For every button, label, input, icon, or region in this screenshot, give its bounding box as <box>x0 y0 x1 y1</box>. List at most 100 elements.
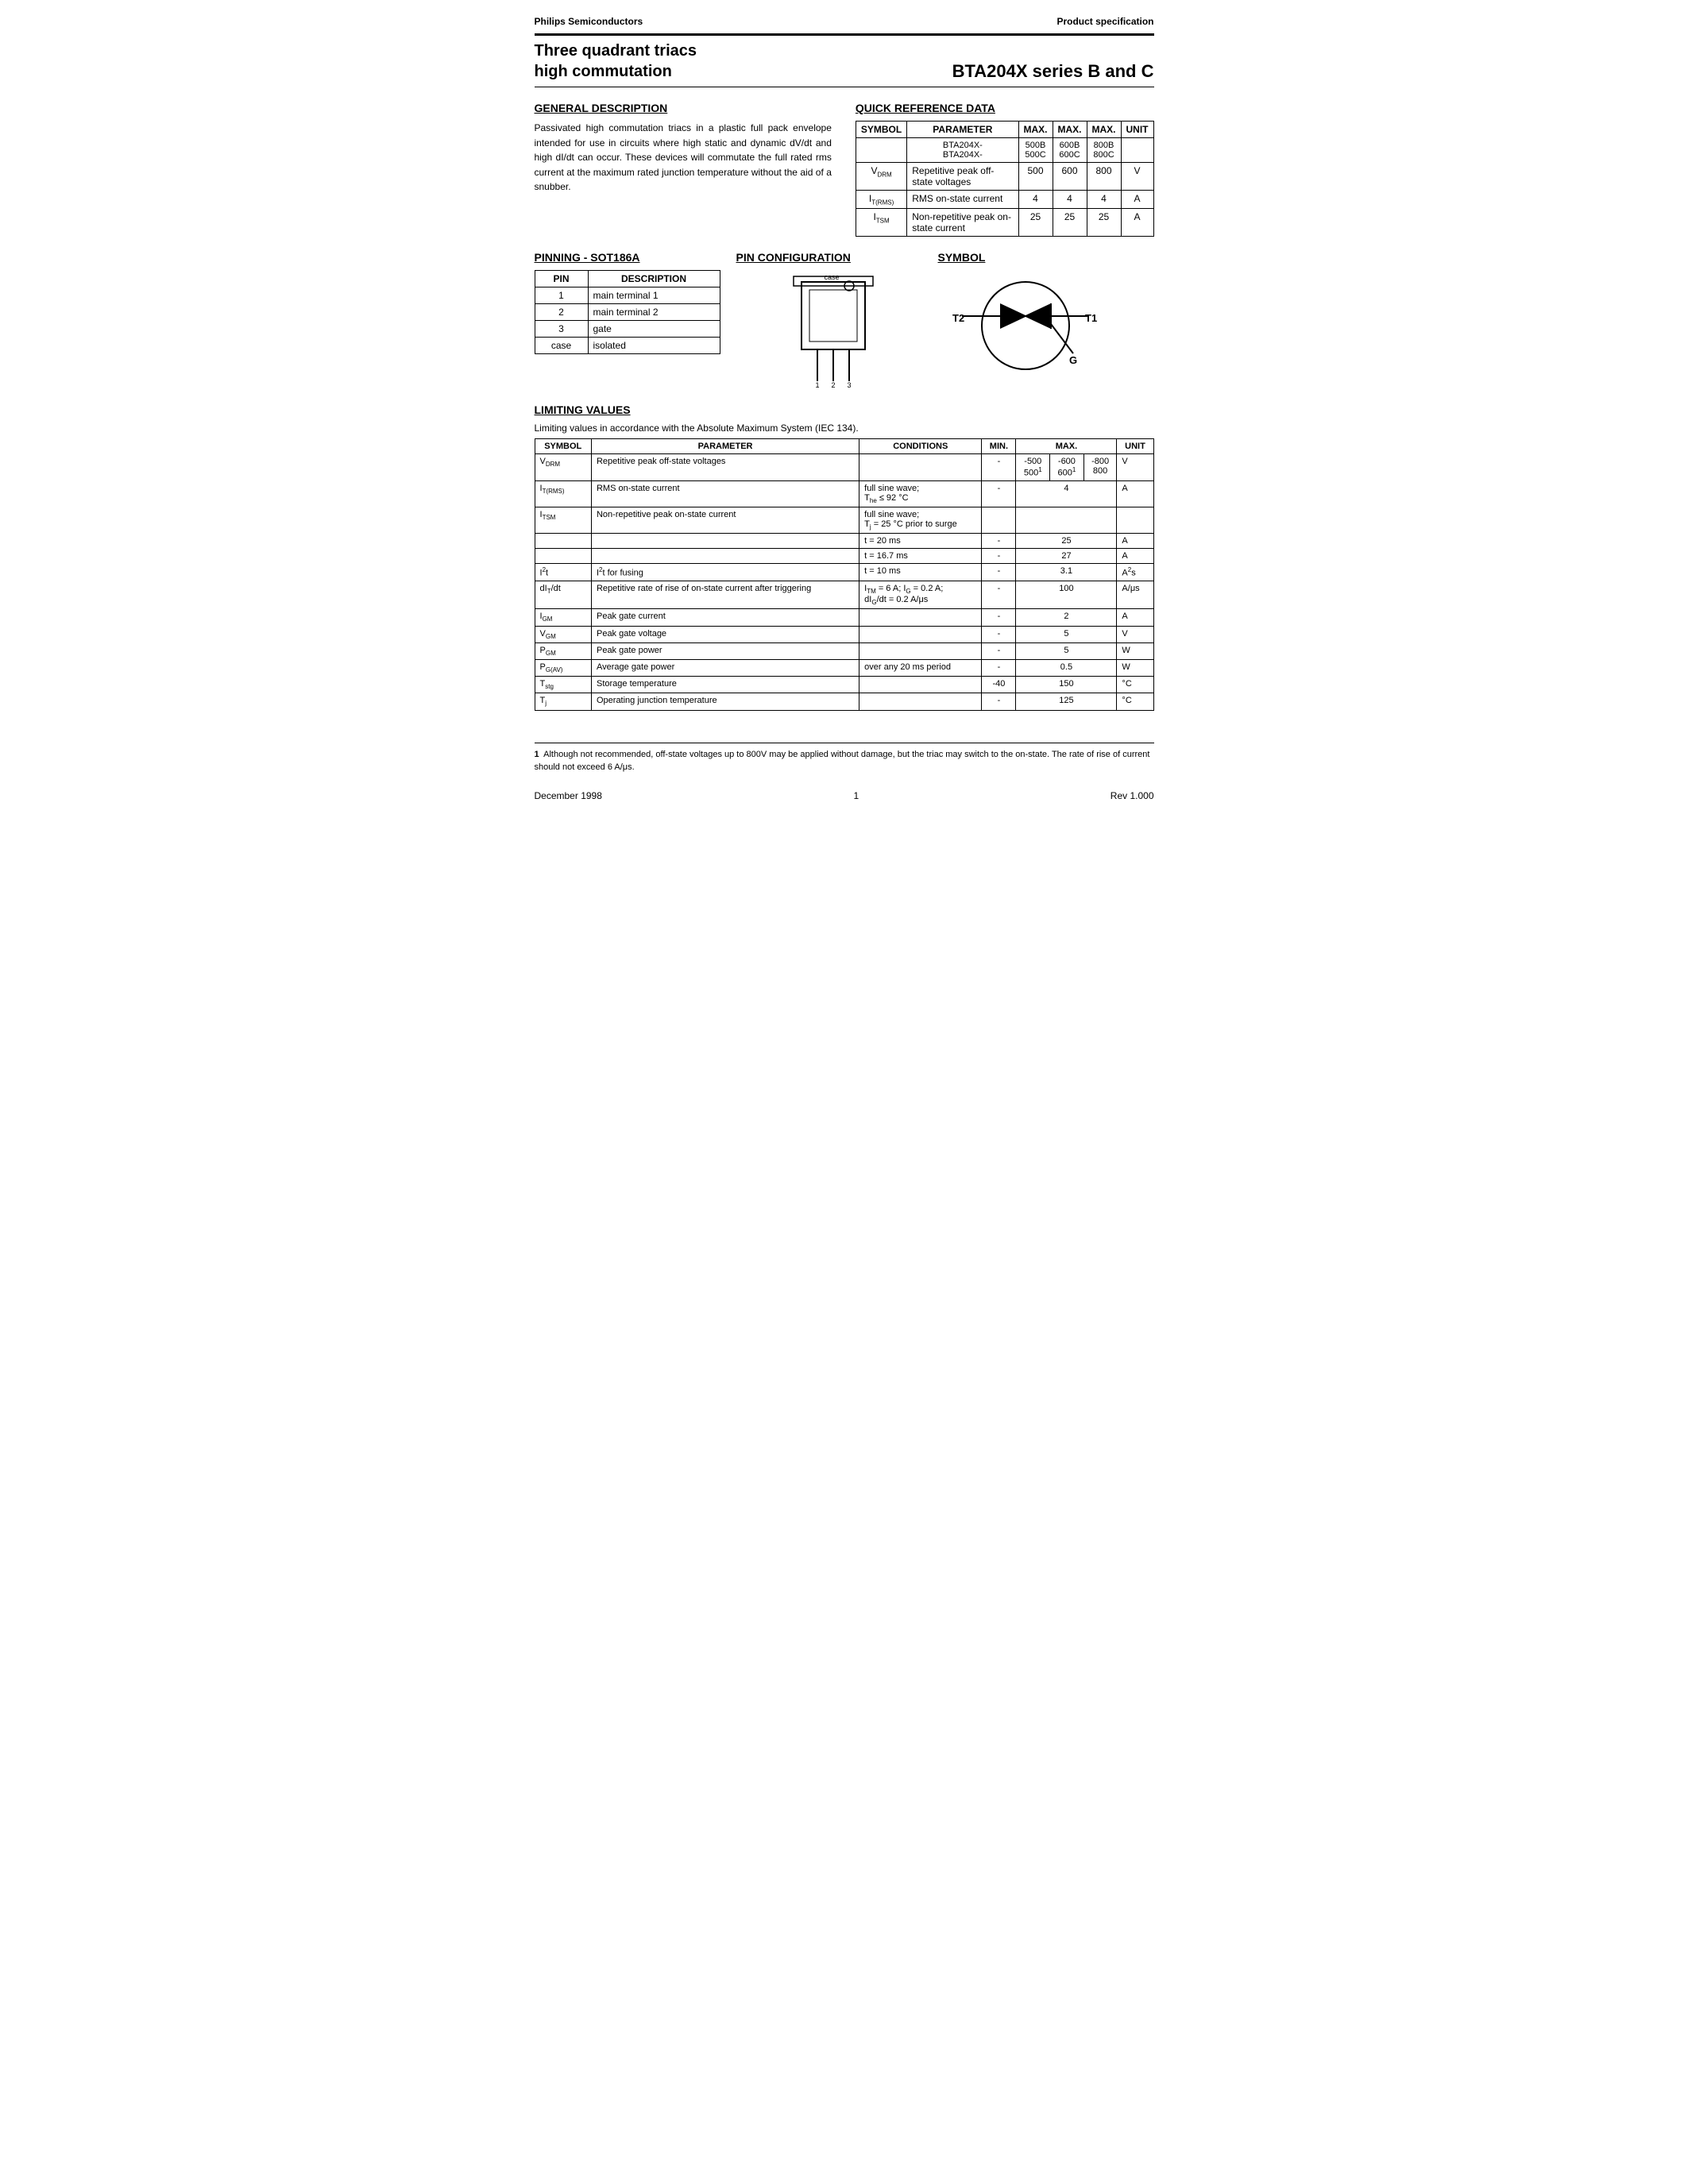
lv-min-didt: - <box>982 581 1016 609</box>
svg-text:T2: T2 <box>952 312 964 324</box>
qr-max2-itrms: 4 <box>1053 191 1087 209</box>
general-desc-heading: GENERAL DESCRIPTION <box>535 102 832 114</box>
footer-note-text: Although not recommended, off-state volt… <box>535 750 1150 773</box>
footer-date: December 1998 <box>535 790 602 801</box>
lv-unit-pgm: W <box>1117 642 1153 659</box>
pin-num-3: 3 <box>535 321 588 338</box>
lv-col-parameter: PARAMETER <box>591 439 859 454</box>
lv-row-igm: IGM Peak gate current - 2 A <box>535 609 1153 626</box>
qr-subh-blank2 <box>1121 138 1153 163</box>
qr-subh-800: 800B800C <box>1087 138 1121 163</box>
lv-row-didt: dIT/dt Repetitive rate of rise of on-sta… <box>535 581 1153 609</box>
qr-param-vdrm: Repetitive peak off-state voltages <box>907 163 1018 191</box>
pinning-section-row: PINNING - SOT186A PIN DESCRIPTION 1 main… <box>535 251 1154 389</box>
lv-min-itsm <box>982 507 1016 534</box>
footer-note: 1 Although not recommended, off-state vo… <box>535 748 1154 774</box>
symbol-heading: SYMBOL <box>938 251 1154 264</box>
lv-sym-pgav: PG(AV) <box>535 660 591 677</box>
lv-cond-itsm: full sine wave;Tj = 25 °C prior to surge <box>859 507 982 534</box>
lv-min-i2t: - <box>982 564 1016 581</box>
qr-unit-itsm: A <box>1121 209 1153 237</box>
lv-unit-vgm: V <box>1117 626 1153 642</box>
lv-unit-igm: A <box>1117 609 1153 626</box>
lv-unit-tstg: °C <box>1117 677 1153 693</box>
qr-subh-part: BTA204X-BTA204X- <box>907 138 1018 163</box>
quick-ref-heading: QUICK REFERENCE DATA <box>856 102 1154 114</box>
qr-sym-itsm: ITSM <box>856 209 906 237</box>
svg-text:G: G <box>1069 354 1077 366</box>
lv-param-igm: Peak gate current <box>591 609 859 626</box>
qr-param-itsm: Non-repetitive peak on-state current <box>907 209 1018 237</box>
pin-table: PIN DESCRIPTION 1 main terminal 1 2 main… <box>535 270 720 354</box>
lv-col-symbol: SYMBOL <box>535 439 591 454</box>
lv-unit-pgav: W <box>1117 660 1153 677</box>
lv-min-pgm: - <box>982 642 1016 659</box>
qr-subh-500: 500B500C <box>1018 138 1053 163</box>
title-block: Three quadrant triacs high commutation B… <box>535 33 1154 87</box>
lv-max-didt: 100 <box>1016 581 1117 609</box>
lv-min-igm: - <box>982 609 1016 626</box>
lv-row-tstg: Tstg Storage temperature -40 150 °C <box>535 677 1153 693</box>
lv-max-vdrm-800: -800800 <box>1083 454 1117 481</box>
lv-unit-didt: A/μs <box>1117 581 1153 609</box>
title-left: Three quadrant triacs high commutation <box>535 41 697 82</box>
lv-cond-vgm <box>859 626 982 642</box>
lv-sym-vdrm: VDRM <box>535 454 591 481</box>
lv-max-tj: 125 <box>1016 693 1117 710</box>
pin-config-drawing: case 1 2 3 <box>736 270 922 389</box>
lv-row-t167: t = 16.7 ms - 27 A <box>535 549 1153 564</box>
lv-row-itrms: IT(RMS) RMS on-state current full sine w… <box>535 481 1153 507</box>
qr-sym-itrms: IT(RMS) <box>856 191 906 209</box>
lv-param-tj: Operating junction temperature <box>591 693 859 710</box>
lv-sym-pgm: PGM <box>535 642 591 659</box>
lv-max-t20: 25 <box>1016 534 1117 549</box>
footer-bar: December 1998 1 Rev 1.000 <box>535 790 1154 801</box>
pinning-section: PINNING - SOT186A PIN DESCRIPTION 1 main… <box>535 251 720 354</box>
lv-max-igm: 2 <box>1016 609 1117 626</box>
general-description-section: GENERAL DESCRIPTION Passivated high comm… <box>535 102 832 237</box>
lv-row-itsm: ITSM Non-repetitive peak on-state curren… <box>535 507 1153 534</box>
qr-max3-itrms: 4 <box>1087 191 1121 209</box>
lv-param-pgm: Peak gate power <box>591 642 859 659</box>
general-desc-text: Passivated high commutation triacs in a … <box>535 121 832 195</box>
qr-col-unit: UNIT <box>1121 122 1153 138</box>
qr-subh-blank1 <box>856 138 906 163</box>
lv-max-vdrm-500: -5005001 <box>1016 454 1050 481</box>
lv-max-i2t: 3.1 <box>1016 564 1117 581</box>
lv-unit-i2t: A2s <box>1117 564 1153 581</box>
lv-min-pgav: - <box>982 660 1016 677</box>
pin-config-svg: case 1 2 3 <box>778 270 881 389</box>
lv-col-conditions: CONDITIONS <box>859 439 982 454</box>
pin-config-section: PIN CONFIGURATION case 1 2 3 <box>736 251 922 389</box>
qr-sym-vdrm: VDRM <box>856 163 906 191</box>
svg-text:3: 3 <box>847 381 851 389</box>
lv-param-vdrm: Repetitive peak off-state voltages <box>591 454 859 481</box>
pin-num-1: 1 <box>535 287 588 304</box>
qr-max2-itsm: 25 <box>1053 209 1087 237</box>
qr-col-max1: MAX. <box>1018 122 1053 138</box>
lv-sym-itsm: ITSM <box>535 507 591 534</box>
lv-unit-itsm <box>1117 507 1153 534</box>
lv-max-vdrm-600: -6006001 <box>1050 454 1084 481</box>
lv-param-vgm: Peak gate voltage <box>591 626 859 642</box>
lv-max-tstg: 150 <box>1016 677 1117 693</box>
lv-col-max: MAX. <box>1016 439 1117 454</box>
pin-desc-case: isolated <box>588 338 720 354</box>
lv-max-itrms: 4 <box>1016 481 1117 507</box>
lv-cond-t167: t = 16.7 ms <box>859 549 982 564</box>
qr-max3-vdrm: 800 <box>1087 163 1121 191</box>
lv-cond-didt: ITM = 6 A; IG = 0.2 A;dIG/dt = 0.2 A/μs <box>859 581 982 609</box>
limiting-values-heading: LIMITING VALUES <box>535 403 1154 416</box>
lv-param-pgav: Average gate power <box>591 660 859 677</box>
doc-type: Product specification <box>1056 16 1153 27</box>
lv-unit-tj: °C <box>1117 693 1153 710</box>
lv-cond-i2t: t = 10 ms <box>859 564 982 581</box>
qr-unit-itrms: A <box>1121 191 1153 209</box>
pin-desc-1: main terminal 1 <box>588 287 720 304</box>
lv-sym-t167 <box>535 549 591 564</box>
qr-col-parameter: PARAMETER <box>907 122 1018 138</box>
lv-cond-tstg <box>859 677 982 693</box>
limiting-values-intro: Limiting values in accordance with the A… <box>535 423 1154 434</box>
lv-param-didt: Repetitive rate of rise of on-state curr… <box>591 581 859 609</box>
qr-unit-vdrm: V <box>1121 163 1153 191</box>
